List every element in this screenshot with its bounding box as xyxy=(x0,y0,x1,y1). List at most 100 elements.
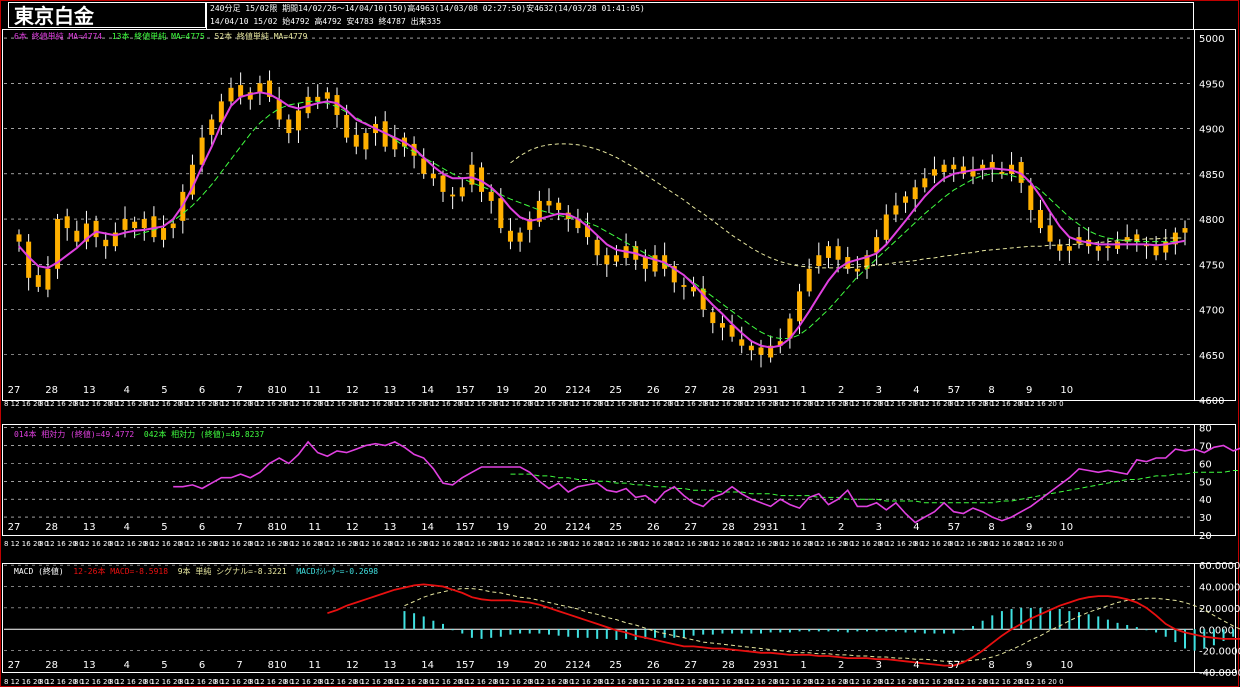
oscillator-bar xyxy=(1203,629,1206,649)
x-tick-label: 6 xyxy=(199,660,205,671)
oscillator-bar xyxy=(875,629,878,632)
x-tick-label: 28 xyxy=(45,660,58,671)
x-tick-label: 2931 xyxy=(753,385,778,396)
ma52-legend: 52本 終値単純 MA=4779 xyxy=(214,32,308,41)
x-hour-label: 8 12 16 20 0 xyxy=(1019,678,1064,686)
oscillator-bar xyxy=(519,629,522,634)
candle-body xyxy=(931,169,937,176)
signal-legend: 9本 単純 シグナル=-8.3221 xyxy=(177,567,287,576)
x-tick-label: 2124 xyxy=(565,660,590,671)
candle-body xyxy=(642,257,648,269)
oscillator-bar xyxy=(779,629,782,633)
chart-title: 東京白金 xyxy=(14,4,94,28)
oscillator-bar xyxy=(1106,619,1109,630)
oscillator-bar xyxy=(451,629,454,631)
oscillator-bar xyxy=(769,629,772,633)
candle-body xyxy=(517,232,523,242)
x-tick-label: 5 xyxy=(161,522,167,533)
candle-body xyxy=(710,312,716,324)
oscillator-bar xyxy=(943,629,946,634)
x-tick-label: 12 xyxy=(346,385,359,396)
x-tick-label: 2931 xyxy=(753,660,778,671)
x-tick-label: 19 xyxy=(496,660,509,671)
oscillator-bar xyxy=(557,629,560,636)
oscillator-bar xyxy=(1193,629,1196,651)
macd-title-legend: MACD (終値) xyxy=(14,567,64,576)
candle-body xyxy=(151,216,157,238)
oscillator-bar xyxy=(972,626,974,630)
oscillator-bar xyxy=(846,629,849,633)
x-tick-label: 13 xyxy=(384,385,397,396)
oscillator-bar xyxy=(827,629,830,632)
oscillator-bar xyxy=(422,616,425,630)
x-tick-label: 13 xyxy=(83,660,96,671)
macd-line-legend: 12-26本 MACD=-8.5918 xyxy=(73,567,169,576)
candle-body xyxy=(507,230,513,242)
candle-body xyxy=(363,133,369,150)
candle-body xyxy=(35,275,41,287)
x-tick-label: 57 xyxy=(948,522,961,533)
oscillator-bar xyxy=(788,629,791,633)
x-tick-label: 4 xyxy=(124,522,130,533)
x-tick-label: 13 xyxy=(384,522,397,533)
x-tick-label: 28 xyxy=(722,660,735,671)
price-legend: 6本 終値単純 MA=4774 13本 終値単純 MA=4775 52本 終値単… xyxy=(14,31,307,42)
y-tick-label: 5000 xyxy=(1199,34,1224,45)
candle-body xyxy=(825,246,831,258)
candle-body xyxy=(344,114,350,138)
x-tick-label: 26 xyxy=(647,385,660,396)
y-tick-label: 4950 xyxy=(1199,79,1224,90)
x-tick-label: 27 xyxy=(684,522,697,533)
candle-body xyxy=(315,96,321,102)
candle-body xyxy=(45,268,51,290)
candle-body xyxy=(141,219,147,229)
x-tick-label: 4 xyxy=(124,660,130,671)
rsi-panel-frame xyxy=(2,424,1236,536)
candle-body xyxy=(556,202,562,210)
x-tick-label: 27 xyxy=(8,660,21,671)
oscillator-bar xyxy=(499,629,502,637)
x-tick-label: 7 xyxy=(236,385,242,396)
macd-legend: MACD (終値) 12-26本 MACD=-8.5918 9本 単純 シグナル… xyxy=(14,566,378,577)
x-tick-label: 8 xyxy=(988,385,994,396)
oscillator-bar xyxy=(760,629,762,634)
oscillator-bar xyxy=(596,629,599,639)
period-info: 240分足 15/02限 期間14/02/26～14/04/10(150)高49… xyxy=(210,4,645,13)
candle-body xyxy=(604,255,610,265)
candle-body xyxy=(74,230,80,242)
candle-body xyxy=(1134,234,1140,242)
x-tick-label: 20 xyxy=(534,660,547,671)
oscillator-bar xyxy=(904,629,907,633)
candle-body xyxy=(228,87,234,102)
oscillator-bar xyxy=(654,629,656,638)
x-tick-label: 810 xyxy=(268,522,287,533)
y-tick-label: 4850 xyxy=(1199,170,1224,181)
candle-body xyxy=(295,110,301,131)
oscillator-bar xyxy=(962,629,965,631)
candle-body xyxy=(816,255,822,267)
candle-body xyxy=(797,291,803,322)
x-tick-label: 9 xyxy=(1026,660,1032,671)
candle-body xyxy=(941,164,947,172)
oscillator-bar xyxy=(567,629,570,637)
oscillator-bar xyxy=(1010,608,1013,630)
oscillator-bar xyxy=(442,623,444,630)
x-tick-label: 2124 xyxy=(565,385,590,396)
x-tick-label: 11 xyxy=(308,660,321,671)
x-tick-label: 5 xyxy=(161,660,167,671)
x-tick-label: 9 xyxy=(1026,522,1032,533)
candle-body xyxy=(1047,225,1053,242)
ma13-line xyxy=(134,100,1185,339)
candle-body xyxy=(209,119,215,135)
oscillator-bar xyxy=(894,629,897,632)
x-tick-label: 11 xyxy=(308,385,321,396)
oscillator-bar xyxy=(702,629,705,635)
rsi42-legend: 042本 相対力 (終値)=49.8237 xyxy=(143,430,265,439)
x-tick-label: 13 xyxy=(384,660,397,671)
oscillator-bar xyxy=(509,629,512,635)
x-tick-label: 2 xyxy=(838,385,844,396)
oscillator-bar xyxy=(933,629,936,634)
x-tick-label: 27 xyxy=(8,385,21,396)
y-tick-label: 60.0000 xyxy=(1199,561,1240,572)
oscillator-bar xyxy=(1068,611,1071,630)
